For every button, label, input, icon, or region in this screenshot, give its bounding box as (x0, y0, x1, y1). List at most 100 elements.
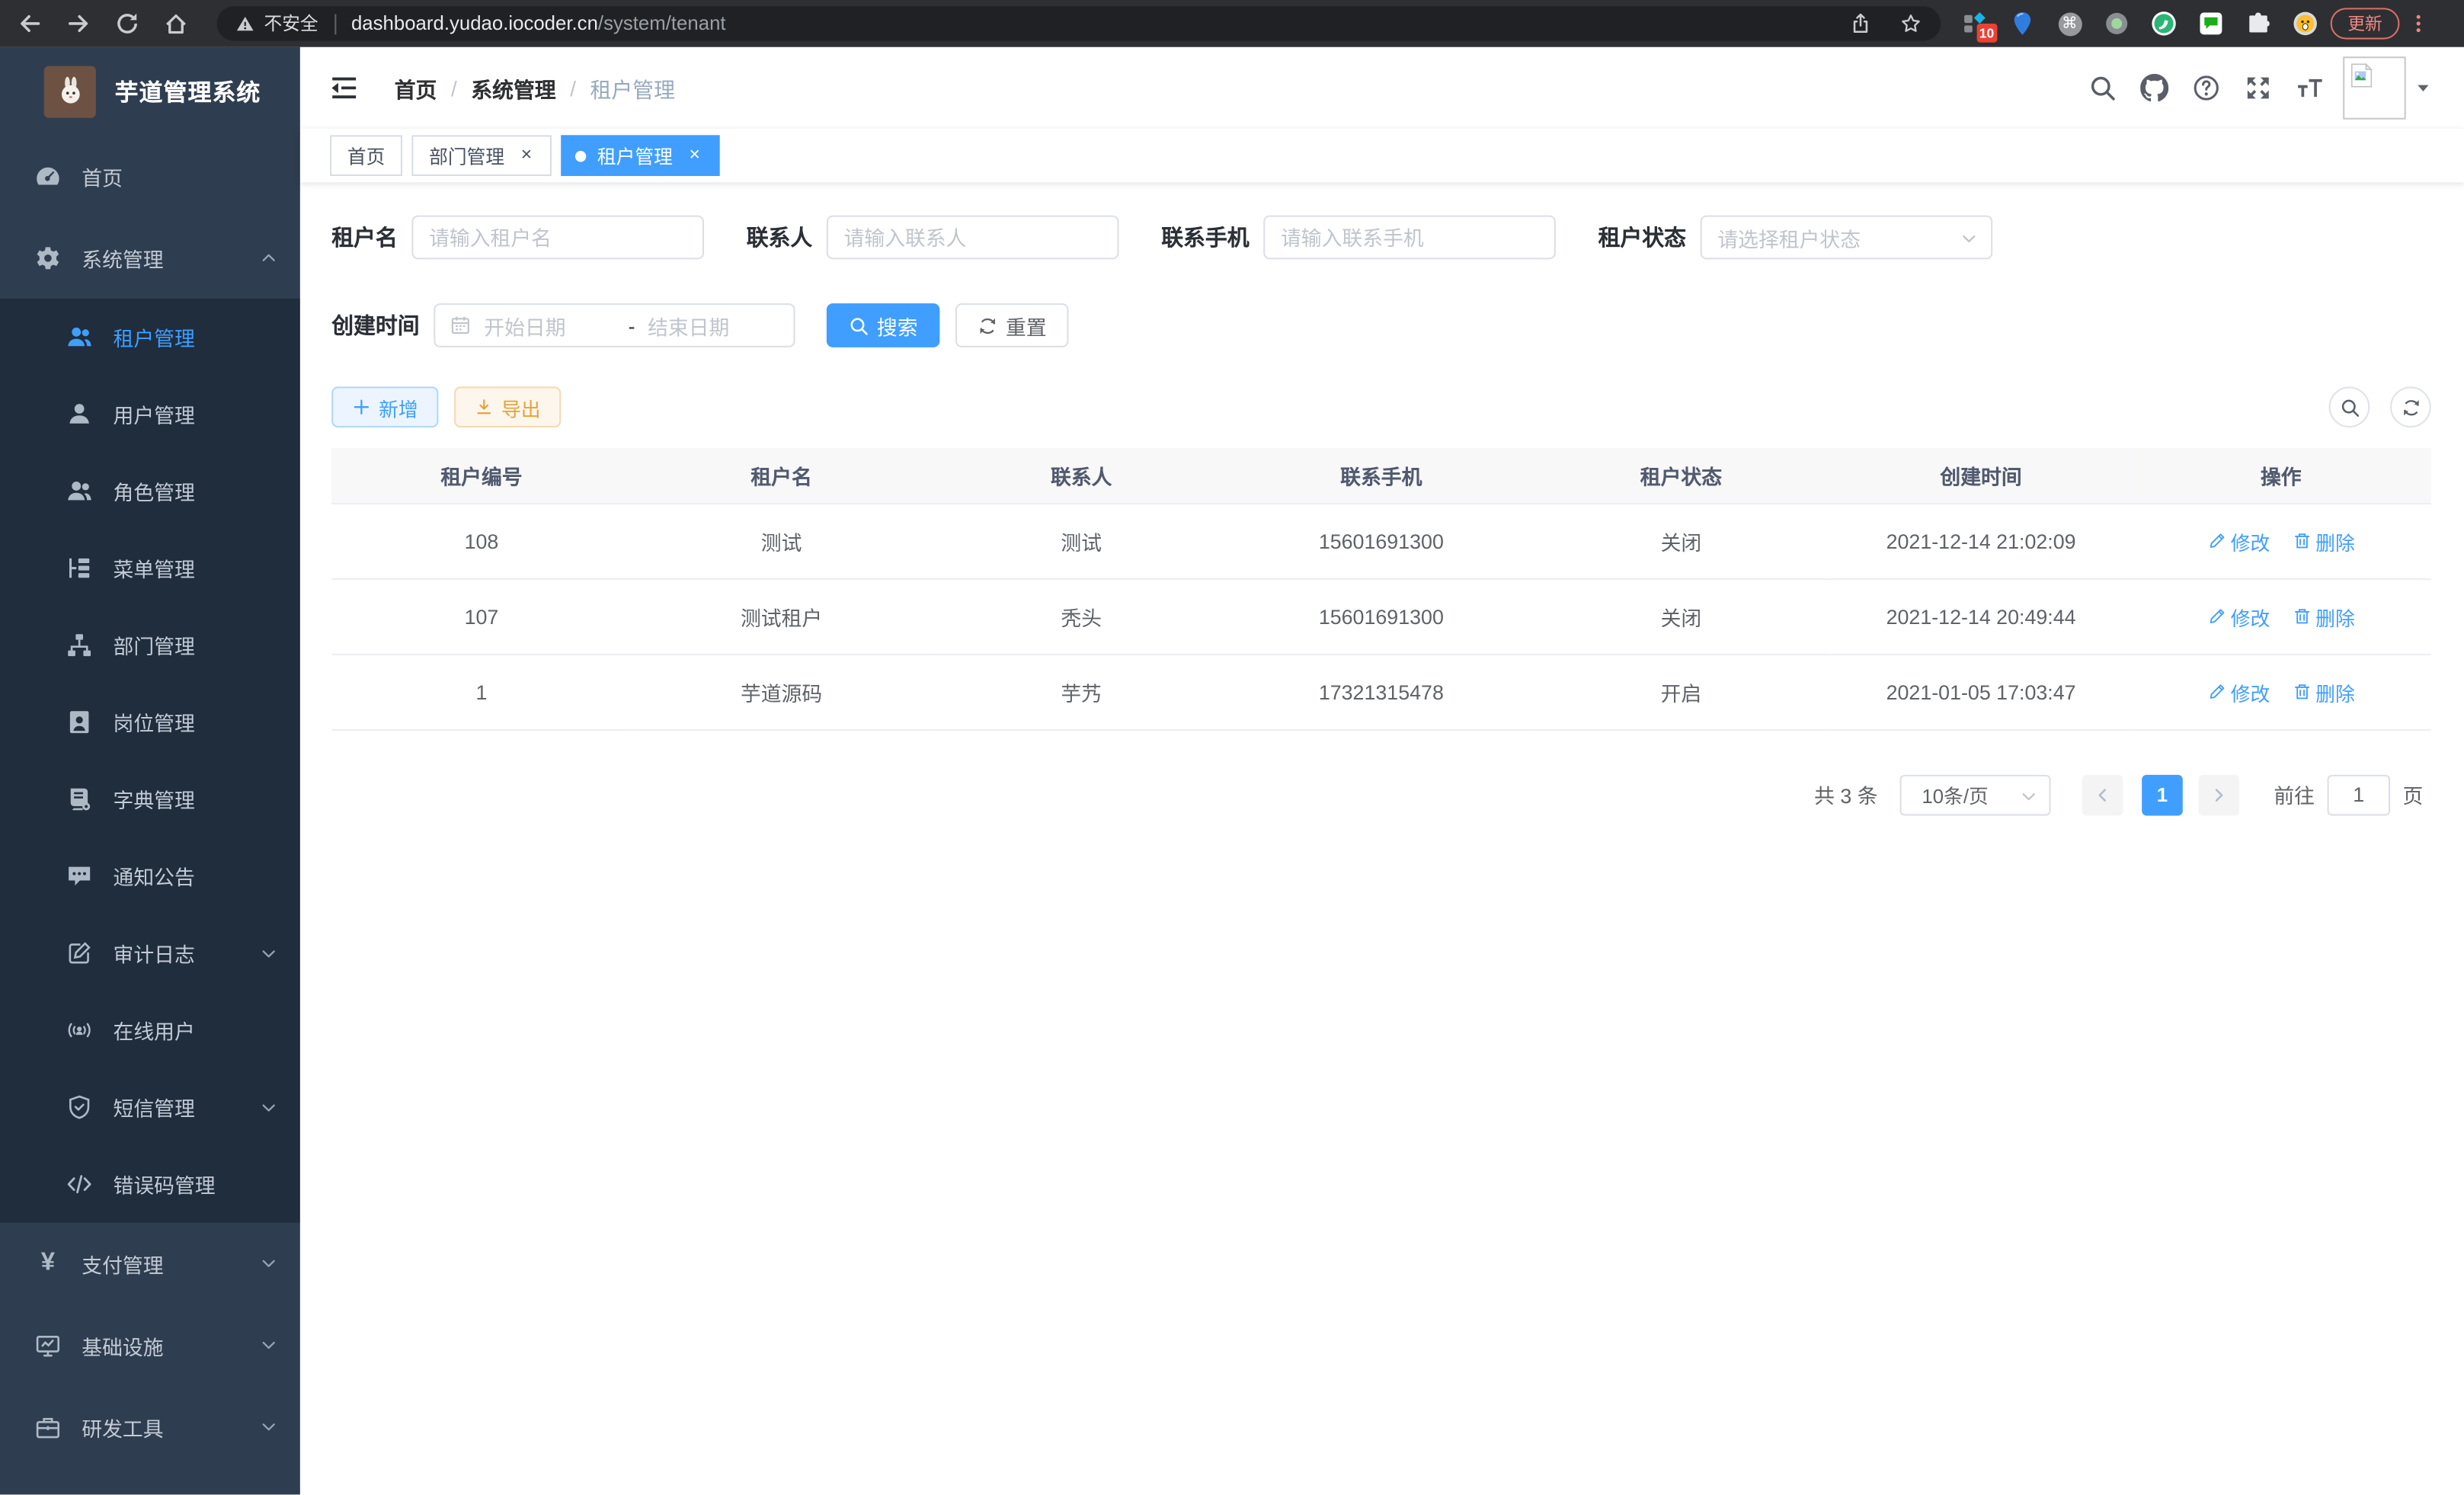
user-avatar-broken-image[interactable] (2343, 56, 2406, 120)
sidebar-item-role[interactable]: 角色管理 (0, 453, 300, 530)
mobile-input[interactable] (1263, 216, 1556, 260)
edit-link[interactable]: 修改 (2207, 601, 2270, 631)
cell-status: 关闭 (1531, 503, 1832, 578)
github-icon[interactable] (2140, 74, 2168, 102)
user-menu-caret-icon[interactable] (2415, 80, 2431, 96)
tenant-name-input[interactable] (411, 216, 704, 260)
contact-label: 联系人 (747, 222, 813, 253)
sidebar-item-post[interactable]: 岗位管理 (0, 683, 300, 760)
help-icon[interactable] (2192, 74, 2220, 102)
fullscreen-icon[interactable] (2244, 74, 2272, 102)
recorder-extension-icon[interactable] (2104, 11, 2130, 36)
reset-button[interactable]: 重置 (955, 303, 1069, 347)
close-icon[interactable]: × (516, 145, 538, 167)
user-icon (66, 401, 93, 427)
sidebar-item-dev-tools[interactable]: 研发工具 (0, 1386, 300, 1468)
extensions-puzzle-button[interactable] (2245, 11, 2270, 36)
sidebar-item-dept[interactable]: 部门管理 (0, 607, 300, 683)
app-root: 不安全 dashboard.yudao.iocoder.cn /system/t… (0, 0, 2464, 1494)
pinned-extension-icon[interactable]: 10 (1963, 11, 1988, 36)
code-icon (66, 1171, 93, 1198)
sidebar-item-home[interactable]: 首页 (0, 135, 300, 216)
toggle-search-button[interactable] (2329, 386, 2370, 427)
sidebar-item-sms[interactable]: 短信管理 (0, 1069, 300, 1146)
navbar-tools (2065, 56, 2431, 120)
filter-status: 租户状态 请选择租户状态 (1598, 216, 1993, 260)
refresh-table-button[interactable] (2390, 386, 2431, 427)
chevron-down-icon (259, 1417, 278, 1436)
tab-2[interactable]: 部门管理× (411, 135, 552, 176)
command-extension-icon[interactable]: ⌘ (2057, 11, 2082, 36)
date-range-picker[interactable]: 开始日期 - 结束日期 (434, 303, 795, 347)
browser-reload-button[interactable] (107, 3, 148, 44)
chevron-left-icon (2093, 785, 2112, 804)
sidebar-item-dict[interactable]: 字典管理 (0, 760, 300, 837)
table-row: 1芋道源码芋艿17321315478开启2021-01-05 17:03:47修… (331, 654, 2431, 729)
sidebar-item-label: 租户管理 (114, 322, 279, 352)
share-icon[interactable] (1850, 13, 1872, 35)
pagination-total: 共 3 条 (1814, 780, 1877, 809)
address-bar[interactable]: 不安全 dashboard.yudao.iocoder.cn /system/t… (217, 6, 1941, 40)
calendar-icon (450, 315, 472, 337)
prev-page-button[interactable] (2082, 774, 2123, 815)
cell-status: 关闭 (1531, 578, 1832, 654)
app-title: 芋道管理系统 (115, 75, 261, 107)
sidebar-item-menu[interactable]: 菜单管理 (0, 530, 300, 607)
sidebar-item-online-user[interactable]: 在线用户 (0, 991, 300, 1068)
browser-menu-icon[interactable] (2408, 13, 2430, 35)
sidebar-item-system[interactable]: 系统管理 (0, 217, 300, 299)
chrome-update-button[interactable]: 更新 (2331, 8, 2400, 39)
delete-link[interactable]: 删除 (2292, 526, 2355, 555)
delete-link[interactable]: 删除 (2292, 677, 2355, 706)
search-button[interactable]: 搜索 (827, 303, 940, 347)
tab-1[interactable]: 首页 (330, 135, 402, 176)
page-size-select[interactable]: 10条/页 (1899, 774, 2050, 815)
browser-back-button[interactable] (9, 3, 50, 44)
header-search-icon[interactable] (2088, 74, 2117, 102)
add-button[interactable]: 新增 (331, 386, 438, 427)
plus-icon (352, 398, 371, 417)
close-icon[interactable]: × (683, 145, 706, 167)
sidebar-item-label: 部门管理 (114, 630, 279, 660)
page-number-1[interactable]: 1 (2142, 774, 2183, 815)
yuque-extension-icon[interactable] (2152, 11, 2177, 36)
sidebar-item-audit-log[interactable]: 审计日志 (0, 914, 300, 991)
trash-icon (2292, 682, 2311, 701)
sidebar-item-label: 首页 (82, 161, 278, 190)
update-label: 更新 (2347, 11, 2382, 36)
bookmark-star-icon[interactable] (1900, 13, 1922, 35)
browser-home-button[interactable] (155, 3, 197, 44)
goto-page-input[interactable] (2328, 774, 2391, 815)
sidebar-collapse-icon[interactable] (328, 72, 360, 104)
chat-extension-icon[interactable] (2198, 11, 2223, 36)
browser-forward-button[interactable] (58, 3, 99, 44)
delete-link[interactable]: 删除 (2292, 601, 2355, 631)
sidebar-item-user[interactable]: 用户管理 (0, 376, 300, 453)
status-select[interactable]: 请选择租户状态 (1701, 216, 1993, 260)
edit-link[interactable]: 修改 (2207, 526, 2270, 555)
column-header: 联系手机 (1231, 448, 1531, 503)
sidebar-item-tenant[interactable]: 租户管理 (0, 299, 300, 376)
breadcrumb-item[interactable]: 系统管理 (471, 72, 555, 104)
font-size-icon[interactable] (2296, 74, 2324, 102)
contact-input[interactable] (827, 216, 1119, 260)
sidebar-logo-row[interactable]: 芋道管理系统 (0, 47, 300, 136)
balloon-extension-icon[interactable] (2010, 11, 2035, 36)
mobile-label: 联系手机 (1161, 222, 1250, 253)
column-header: 联系人 (931, 448, 1231, 503)
tab-3[interactable]: 租户管理× (561, 135, 719, 176)
profile-avatar[interactable] (2293, 11, 2318, 36)
sidebar-item-payment[interactable]: ¥支付管理 (0, 1223, 300, 1305)
next-page-button[interactable] (2198, 774, 2239, 815)
cell-contact: 测试 (931, 503, 1231, 578)
sidebar-item-label: 菜单管理 (114, 553, 279, 583)
sidebar-item-infra[interactable]: 基础设施 (0, 1305, 300, 1386)
emoji-avatar-icon (2293, 11, 2318, 36)
breadcrumb-item[interactable]: 租户管理 (590, 72, 675, 104)
edit-link[interactable]: 修改 (2207, 677, 2270, 706)
delete-link-label: 删除 (2315, 677, 2355, 706)
breadcrumb-item[interactable]: 首页 (395, 72, 437, 104)
export-button[interactable]: 导出 (454, 386, 561, 427)
sidebar-item-notice[interactable]: 通知公告 (0, 837, 300, 914)
sidebar-item-error-code[interactable]: 错误码管理 (0, 1146, 300, 1223)
